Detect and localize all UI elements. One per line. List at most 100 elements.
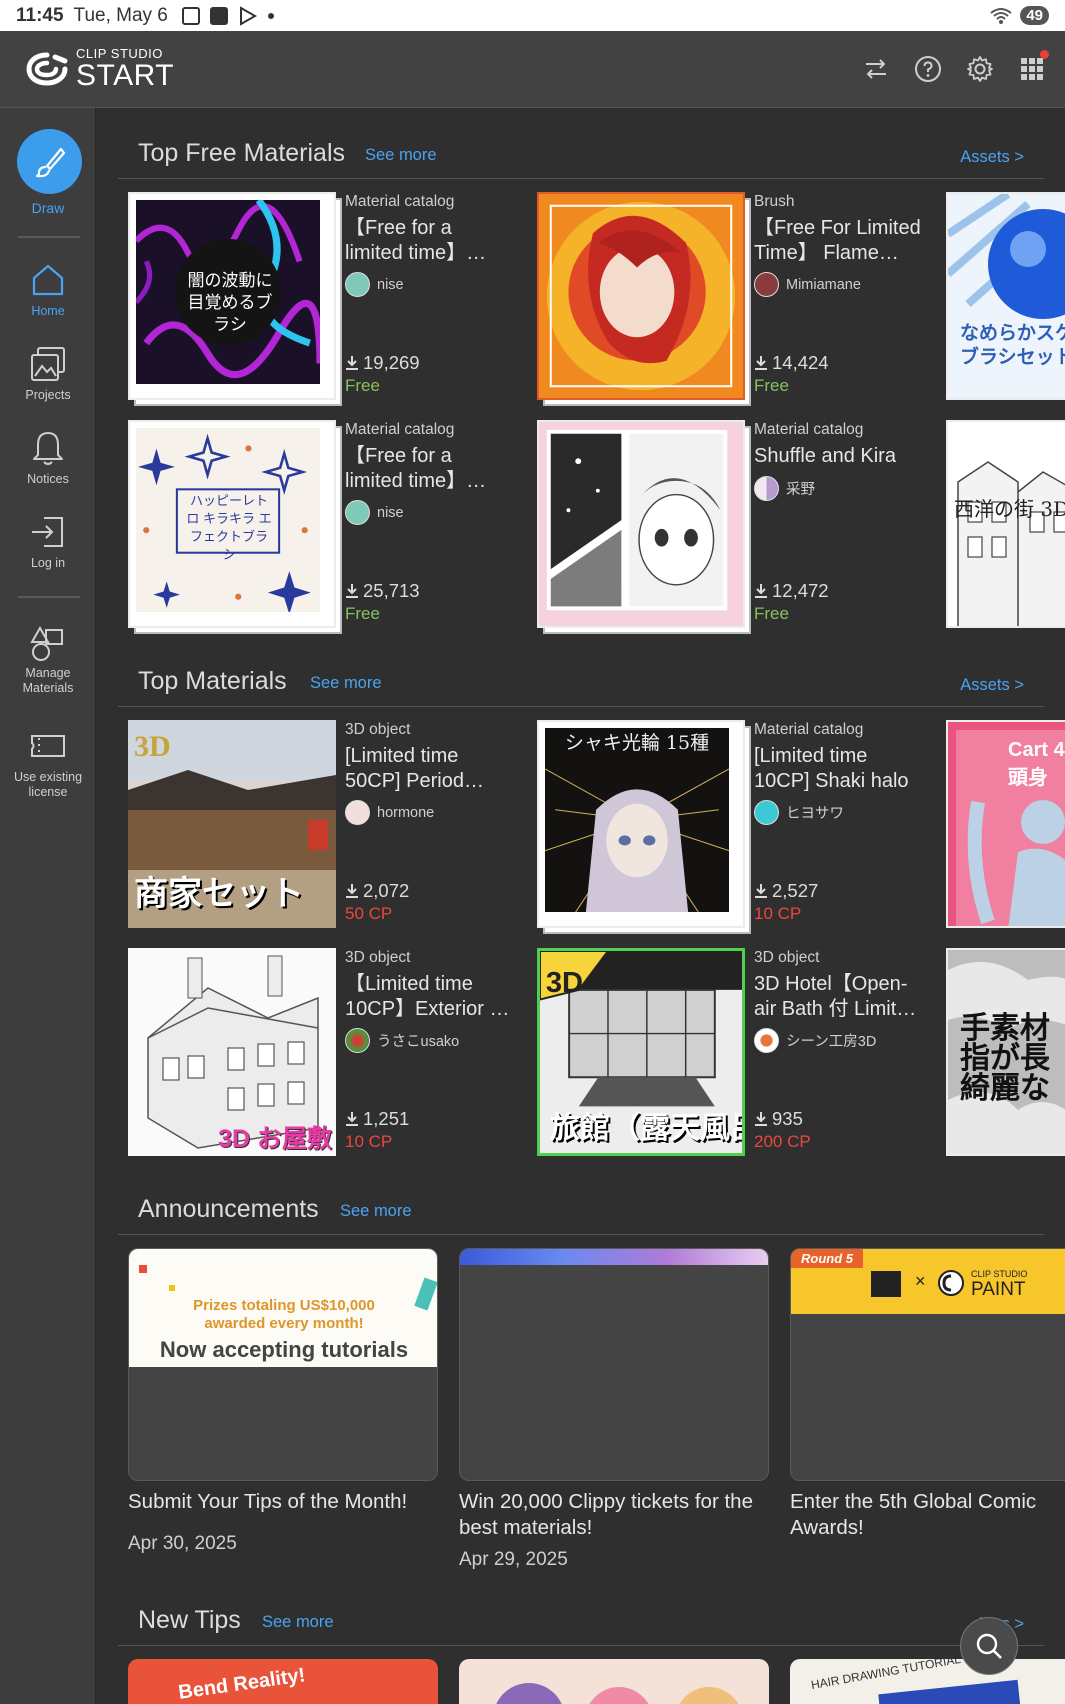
download-count: 2,527: [754, 880, 818, 902]
material-card[interactable]: Brush 【Free For Limited Time】 Flame… Mim…: [527, 192, 927, 400]
sidebar-item-label: Log in: [30, 556, 66, 570]
avatar: [754, 800, 779, 825]
tip-card[interactable]: HAIR DRAWING TUTORIAL: [790, 1659, 1065, 1704]
announcement-card[interactable]: Prizes totaling US$10,000 awarded every …: [128, 1248, 438, 1555]
assets-link[interactable]: Assets >: [960, 676, 1024, 695]
announcement-date: Apr 30, 2025: [128, 1533, 237, 1554]
brush-icon: [35, 147, 65, 177]
svg-text:3D: 3D: [134, 730, 171, 763]
announcement-title: Submit Your Tips of the Month!: [128, 1490, 408, 1513]
search-fab[interactable]: [960, 1617, 1018, 1675]
confetti-icon: [139, 1265, 147, 1273]
download-count-value: 1,251: [363, 1108, 410, 1129]
download-icon: [346, 1112, 358, 1126]
see-more-link[interactable]: See more: [310, 674, 382, 693]
banner-line: Now accepting tutorials: [159, 1337, 409, 1362]
download-icon: [755, 356, 767, 370]
material-price: 50 CP: [345, 904, 393, 923]
ticket-icon: [31, 735, 65, 757]
avatar: [345, 800, 370, 825]
tip-card[interactable]: [459, 1659, 769, 1704]
app-header: CLIP STUDIO START: [0, 31, 1065, 108]
material-card-partial[interactable]: 西洋の街 3D: [946, 420, 1065, 628]
sync-button[interactable]: [861, 54, 891, 84]
material-thumbnail: 3D 旅館（露天風呂付）: [537, 948, 745, 1156]
material-card[interactable]: ハッピーレトロ キラキラ エフェクトブラシ Material catalog 【…: [118, 420, 518, 628]
sidebar-item-projects[interactable]: Projects: [0, 344, 96, 402]
material-price: Free: [345, 604, 380, 623]
date: Tue, May 6: [73, 4, 168, 26]
announcement-card[interactable]: Round 5 × CLIP STUDIO PAINT Enter the 5t…: [790, 1248, 1065, 1541]
material-card[interactable]: Material catalog Shuffle and Kira 采野 12,…: [527, 420, 927, 628]
confetti-icon: [169, 1285, 175, 1291]
apps-menu-button[interactable]: [1017, 50, 1049, 84]
transfer-arrows-icon: [866, 59, 886, 79]
material-price: Free: [754, 376, 789, 395]
section-title: Announcements: [138, 1195, 319, 1223]
sidebar-item-manage-materials[interactable]: Manage Materials: [0, 622, 96, 696]
avatar: [345, 272, 370, 297]
section-title: New Tips: [138, 1606, 241, 1634]
download-count: 12,472: [754, 580, 829, 602]
sidebar-divider: [18, 596, 80, 598]
material-card-partial[interactable]: Cart 4頭身: [946, 720, 1065, 928]
material-price: 10 CP: [754, 904, 802, 923]
download-count-value: 935: [772, 1108, 803, 1129]
download-icon: [755, 884, 767, 898]
more-dot-icon: [267, 12, 274, 19]
assets-link[interactable]: Assets >: [960, 148, 1024, 167]
sidebar-divider: [18, 236, 80, 238]
clip-studio-logo-icon: [26, 52, 68, 86]
settings-button[interactable]: [965, 54, 995, 84]
sidebar-item-login[interactable]: Log in: [0, 512, 96, 570]
sidebar-item-label: Projects: [25, 388, 71, 402]
sidebar-item-notices[interactable]: Notices: [0, 428, 96, 486]
download-icon: [755, 584, 767, 598]
thumbnail-caption: 手素材 指が長 綺麗な: [960, 1012, 1050, 1105]
draw-button[interactable]: [17, 129, 82, 194]
material-card[interactable]: 3D 旅館（露天風呂付） 3D object 3D Hotel【Open-air…: [527, 948, 927, 1156]
sidebar-item-use-existing-license[interactable]: Use existing license: [0, 726, 96, 800]
help-button[interactable]: [913, 54, 943, 84]
material-price: 10 CP: [345, 1132, 393, 1151]
material-category: 3D object: [345, 721, 411, 738]
download-count-value: 12,472: [772, 580, 829, 601]
banner-line: awarded every month!: [204, 1315, 364, 1332]
thumbnail-caption: 商家セット: [134, 875, 304, 913]
material-card-partial[interactable]: 手素材 指が長 綺麗な: [946, 948, 1065, 1156]
download-count: 2,072: [345, 880, 409, 902]
material-card-partial[interactable]: なめらかスケ ブラシセット: [946, 192, 1065, 400]
material-author: nise: [345, 500, 404, 525]
section-announcements: Announcements See more: [118, 1172, 1044, 1235]
download-count-value: 2,527: [772, 880, 819, 901]
sidebar-item-home[interactable]: Home: [0, 260, 96, 318]
material-price: Free: [754, 604, 789, 623]
wifi-icon: [990, 7, 1012, 24]
main-content: Top Free Materials See more Assets > 闇の波…: [118, 108, 1065, 1704]
sidebar-item-label: Use existing license: [13, 770, 83, 799]
sidebar: Draw Home Projects Notices Log in Manage…: [0, 108, 96, 1704]
material-card[interactable]: 3D お屋敷 3D object 【Limited time 10CP】Exte…: [118, 948, 518, 1156]
material-author: シーン工房3D: [754, 1028, 876, 1053]
bell-icon: [33, 432, 63, 465]
thumbnail-caption: Cart 4頭身: [1008, 739, 1065, 789]
character-faces-art: [496, 1683, 739, 1704]
material-title: Shuffle and Kira: [754, 445, 896, 467]
thumbnail-caption: 西洋の街 3D: [954, 497, 1065, 521]
material-title: 【Free For Limited Time】 Flame…: [754, 217, 921, 264]
material-card[interactable]: 闇の波動に目覚めるブラシ Material catalog 【Free for …: [118, 192, 518, 400]
see-more-link[interactable]: See more: [365, 146, 437, 165]
material-author: Mimiamane: [754, 272, 861, 297]
announcement-card[interactable]: Win 20,000 Clippy tickets for the best m…: [459, 1248, 769, 1571]
halo-art: [544, 728, 730, 913]
download-icon: [346, 356, 358, 370]
material-card[interactable]: 3D 商家セット 3D object [Limited time 50CP] P…: [118, 720, 518, 928]
see-more-link[interactable]: See more: [340, 1202, 412, 1221]
tip-card[interactable]: Bend Reality!: [128, 1659, 438, 1704]
login-icon: [32, 517, 63, 547]
avatar: [345, 500, 370, 525]
material-card[interactable]: シャキ光輪 15種 Material catalog [Limited time…: [527, 720, 927, 928]
see-more-link[interactable]: See more: [262, 1613, 334, 1632]
thumbnail-caption: シャキ光輪 15種: [564, 732, 710, 754]
download-count: 19,269: [345, 352, 420, 374]
